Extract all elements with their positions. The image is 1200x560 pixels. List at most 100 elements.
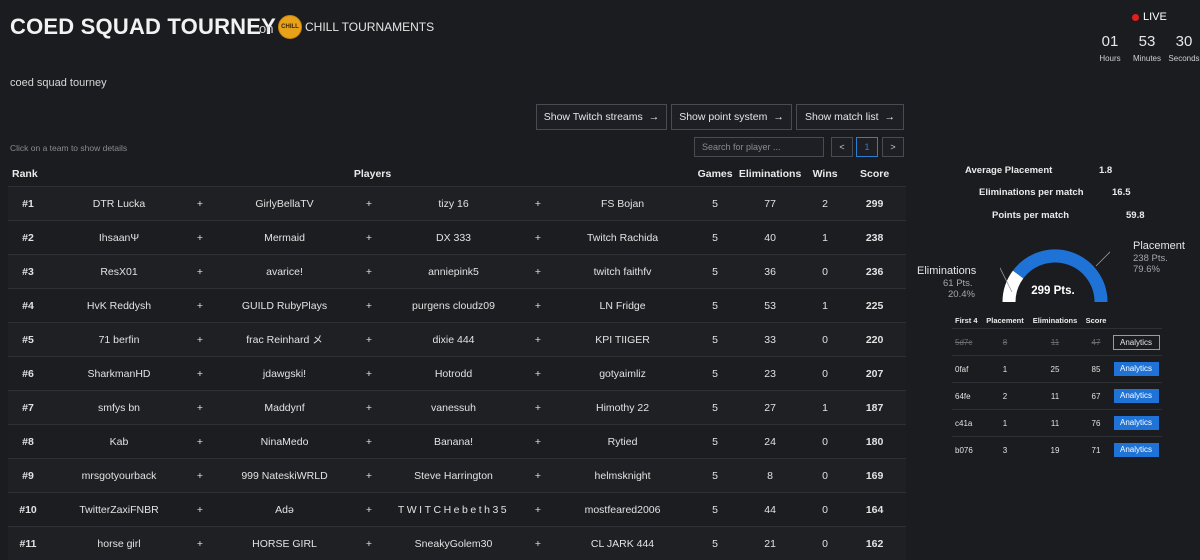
table-row[interactable]: #2IhsaanΨ+Mermaid+DX 333+Twitch Rachida5… xyxy=(8,221,906,255)
team-wins: 0 xyxy=(807,323,843,357)
plus-icon: + xyxy=(190,323,210,357)
player-name: Mermaid xyxy=(210,221,359,255)
pagination-next-button[interactable]: > xyxy=(882,137,904,157)
show-twitch-streams-button[interactable]: Show Twitch streams → xyxy=(536,104,667,130)
match-id: b076 xyxy=(952,437,982,464)
table-row[interactable]: #10TwitterZaxiFNBR+Adə+TWITCHebeth35+mos… xyxy=(8,493,906,527)
gauge-placement-points: 238 Pts. xyxy=(1133,253,1168,264)
header-eliminations[interactable]: Eliminations xyxy=(733,162,807,187)
organizer-logo-text: CHILL xyxy=(281,24,299,30)
header-games[interactable]: Games xyxy=(697,162,733,187)
team-score: 207 xyxy=(843,357,906,391)
table-row[interactable]: #8Kab+NinaMedo+Banana!+Rytied5240180 xyxy=(8,425,906,459)
timer-seconds-label: Seconds xyxy=(1166,54,1200,63)
plus-icon: + xyxy=(190,459,210,493)
player-name: SneakyGolem30 xyxy=(379,527,528,560)
plus-icon: + xyxy=(528,323,548,357)
player-name: Steve Harrington xyxy=(379,459,528,493)
team-rank: #5 xyxy=(8,323,48,357)
show-point-system-button[interactable]: Show point system → xyxy=(671,104,792,130)
header-rank[interactable]: Rank xyxy=(8,162,48,187)
header-wins[interactable]: Wins xyxy=(807,162,843,187)
player-name: 999 NateskiWRLD xyxy=(210,459,359,493)
analytics-button[interactable]: Analytics xyxy=(1114,416,1159,430)
analytics-button[interactable]: Analytics xyxy=(1114,389,1159,403)
table-row[interactable]: #11horse girl+HORSE GIRL+SneakyGolem30+C… xyxy=(8,527,906,560)
team-wins: 1 xyxy=(807,221,843,255)
table-row[interactable]: #1DTR Lucka+GirlyBellaTV+tizy 16+FS Boja… xyxy=(8,187,906,221)
player-name: IhsaanΨ xyxy=(48,221,190,255)
table-row[interactable]: #7smfys bn+Maddynf+vanessuh+Himothy 2252… xyxy=(8,391,906,425)
table-row[interactable]: #4HvK Reddysh+GUILD RubyPlays+purgens cl… xyxy=(8,289,906,323)
team-eliminations: 33 xyxy=(733,323,807,357)
header-players: Players xyxy=(48,162,697,187)
header-score[interactable]: Score xyxy=(843,162,906,187)
team-eliminations: 27 xyxy=(733,391,807,425)
matches-header-score: Score xyxy=(1082,312,1110,329)
plus-icon: + xyxy=(359,289,379,323)
player-search-input[interactable] xyxy=(694,137,824,157)
team-games: 5 xyxy=(697,459,733,493)
analytics-button[interactable]: Analytics xyxy=(1113,335,1160,350)
team-eliminations: 8 xyxy=(733,459,807,493)
plus-icon: + xyxy=(528,459,548,493)
match-actions: Analytics xyxy=(1110,410,1162,437)
team-wins: 0 xyxy=(807,357,843,391)
player-name: mostfeared2006 xyxy=(548,493,697,527)
plus-icon: + xyxy=(528,221,548,255)
gauge-placement-percent: 79.6% xyxy=(1133,264,1160,275)
plus-icon: + xyxy=(359,527,379,560)
player-name: horse girl xyxy=(48,527,190,560)
team-score: 180 xyxy=(843,425,906,459)
show-point-system-label: Show point system xyxy=(679,111,767,123)
team-score: 299 xyxy=(843,187,906,221)
table-row[interactable]: #6SharkmanHD+jdawgski!+Hotrodd+gotyaimli… xyxy=(8,357,906,391)
table-row[interactable]: #3ResX01+avarice!+anniepink5+twitch fait… xyxy=(8,255,906,289)
organizer-name[interactable]: CHILL TOURNAMENTS xyxy=(305,20,434,34)
match-row: 64fe21167Analytics xyxy=(952,383,1162,410)
timer-minutes: 53 Minutes xyxy=(1129,33,1165,63)
team-score: 220 xyxy=(843,323,906,357)
match-id: 5d7c xyxy=(952,329,982,356)
average-placement-label: Average Placement xyxy=(965,165,1052,176)
analytics-button[interactable]: Analytics xyxy=(1114,443,1159,457)
player-name: tizy 16 xyxy=(379,187,528,221)
pagination-page-1[interactable]: 1 xyxy=(856,137,878,157)
player-name: Rytied xyxy=(548,425,697,459)
team-eliminations: 53 xyxy=(733,289,807,323)
tournament-title: COED SQUAD TOURNEY xyxy=(10,14,276,40)
team-score: 187 xyxy=(843,391,906,425)
team-wins: 2 xyxy=(807,187,843,221)
match-actions: Analytics xyxy=(1110,383,1162,410)
pagination-prev-button[interactable]: < xyxy=(831,137,853,157)
player-name: ResX01 xyxy=(48,255,190,289)
player-name: 71 berfin xyxy=(48,323,190,357)
team-rank: #9 xyxy=(8,459,48,493)
team-games: 5 xyxy=(697,323,733,357)
player-name: Maddynf xyxy=(210,391,359,425)
show-match-list-label: Show match list xyxy=(805,111,879,123)
plus-icon: + xyxy=(528,425,548,459)
table-row[interactable]: #9mrsgotyourback+999 NateskiWRLD+Steve H… xyxy=(8,459,906,493)
organizer-logo[interactable]: CHILL xyxy=(278,15,302,39)
player-name: KPI TIIGER xyxy=(548,323,697,357)
tournament-description: coed squad tourney xyxy=(10,77,107,89)
team-eliminations: 36 xyxy=(733,255,807,289)
live-badge: LIVE xyxy=(1132,11,1167,23)
match-actions: Analytics xyxy=(1110,356,1162,383)
click-team-hint: Click on a team to show details xyxy=(10,143,127,153)
match-eliminations: 19 xyxy=(1028,437,1082,464)
team-rank: #3 xyxy=(8,255,48,289)
table-row[interactable]: #571 berfin+frac Reinhard メ+dixie 444+KP… xyxy=(8,323,906,357)
player-name: DTR Lucka xyxy=(48,187,190,221)
player-name: jdawgski! xyxy=(210,357,359,391)
match-actions: Analytics xyxy=(1110,329,1162,356)
player-name: Himothy 22 xyxy=(548,391,697,425)
team-wins: 0 xyxy=(807,425,843,459)
timer-minutes-label: Minutes xyxy=(1129,54,1165,63)
show-match-list-button[interactable]: Show match list → xyxy=(796,104,904,130)
player-name: TWITCHebeth35 xyxy=(379,493,528,527)
plus-icon: + xyxy=(190,391,210,425)
matches-header-row: First 4 Placement Eliminations Score xyxy=(952,312,1162,329)
analytics-button[interactable]: Analytics xyxy=(1114,362,1159,376)
